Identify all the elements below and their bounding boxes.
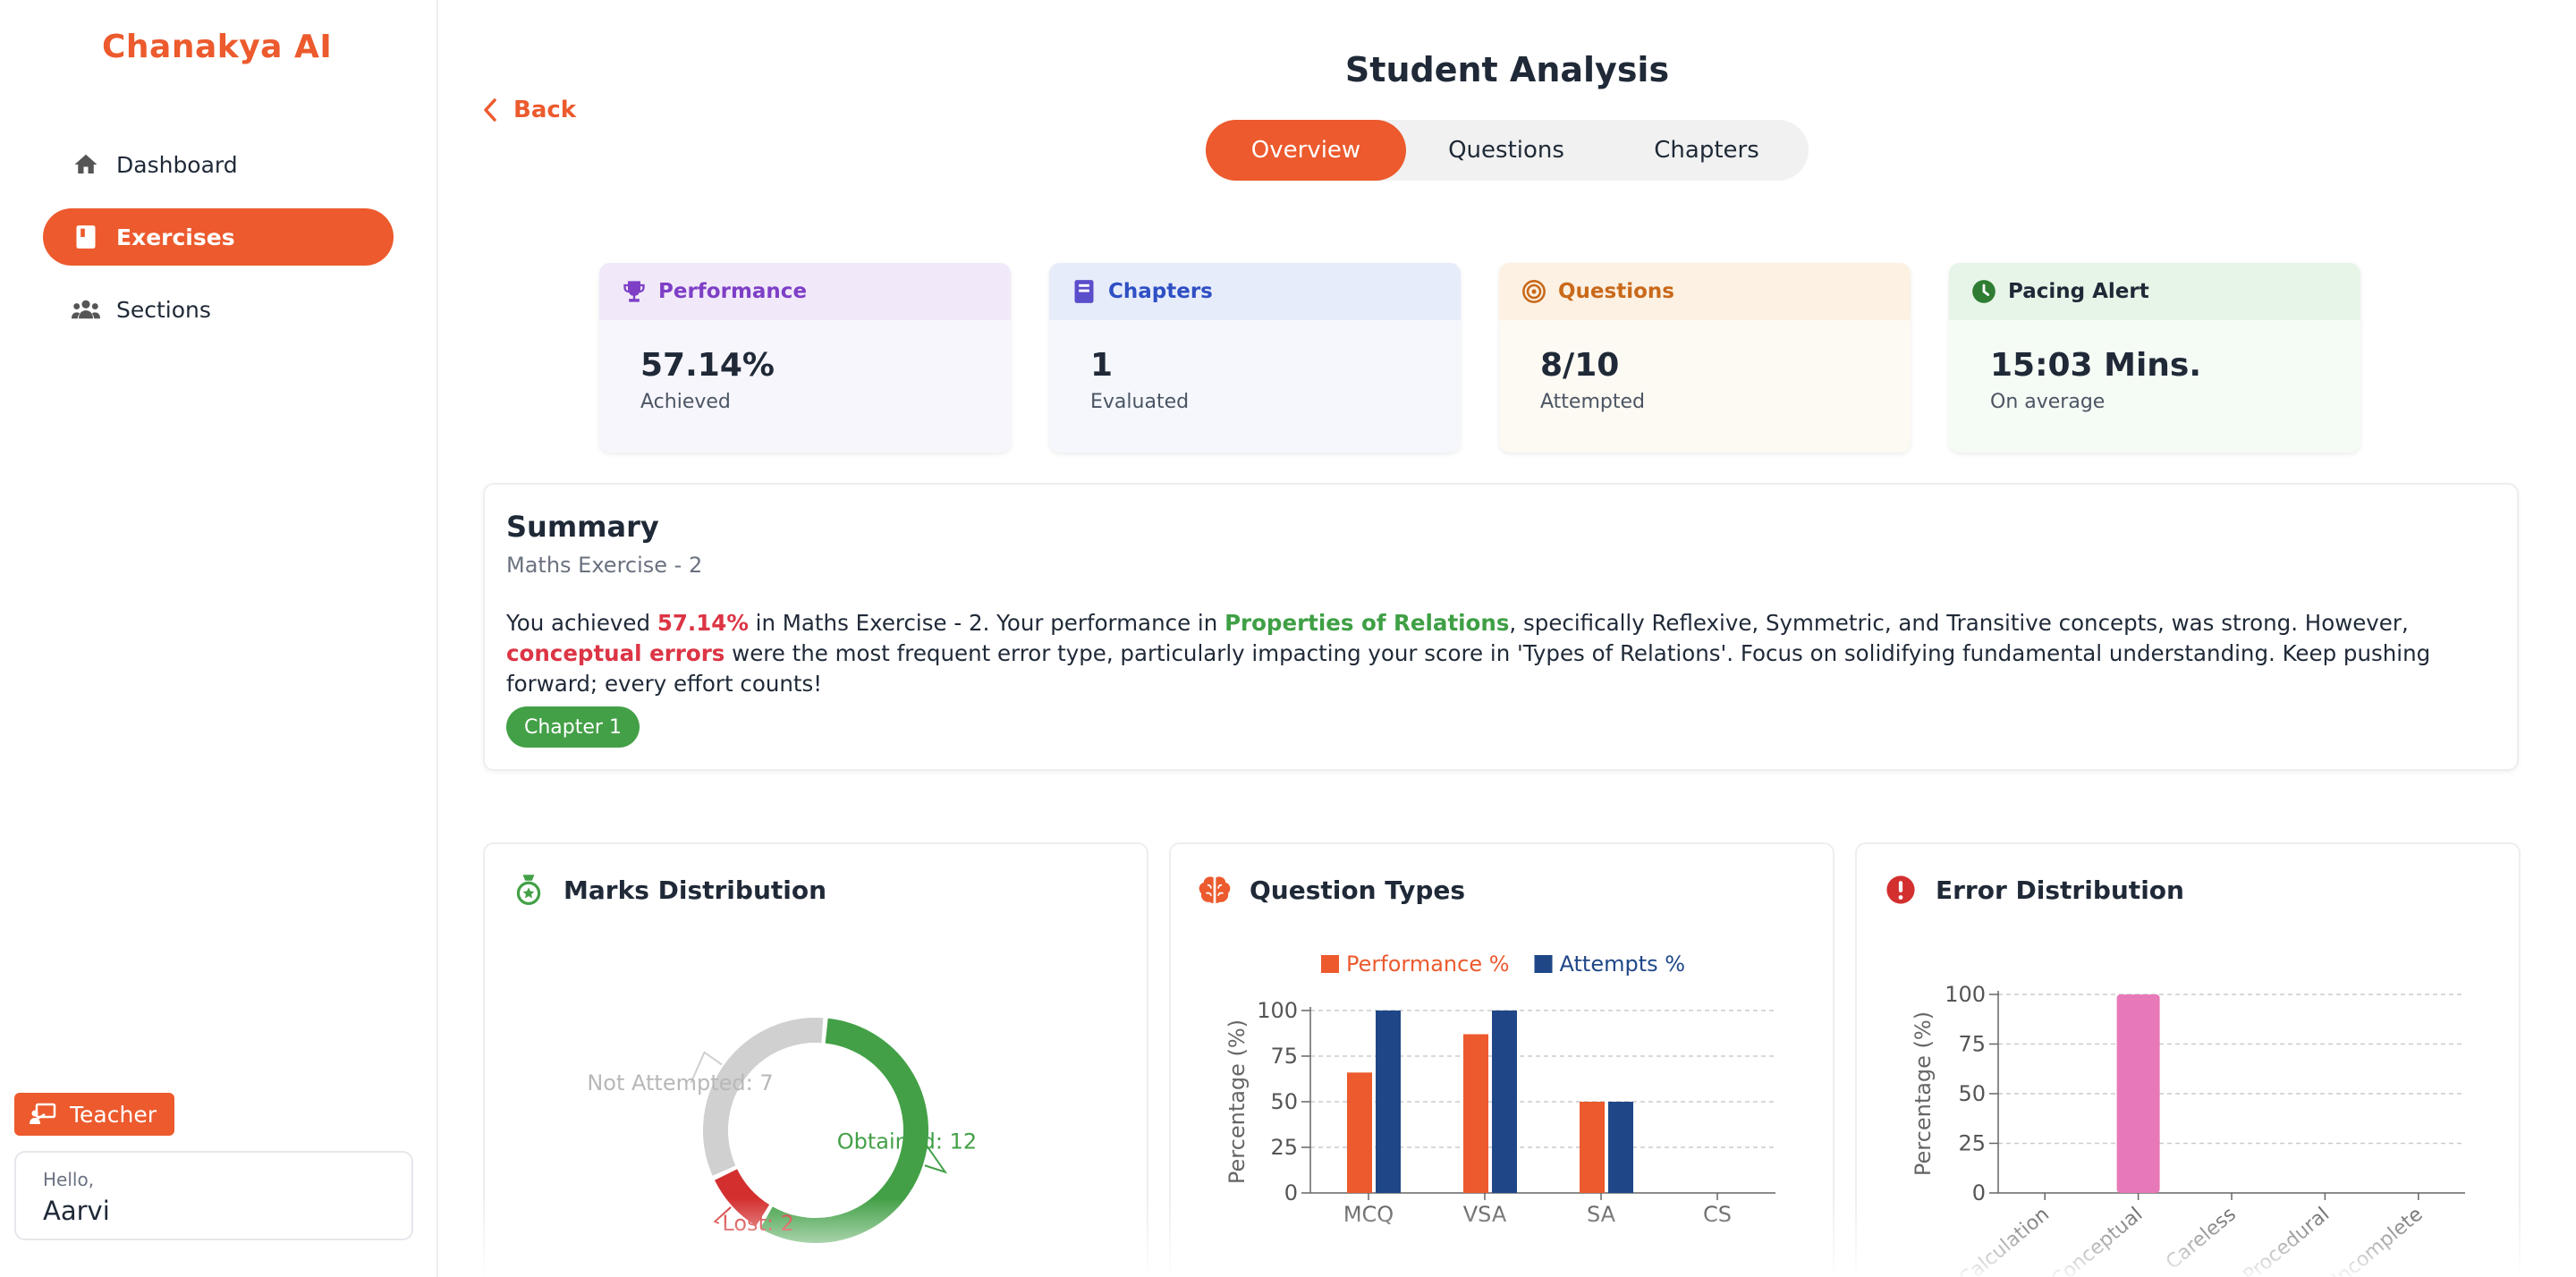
target-icon [1521, 278, 1547, 305]
chevron-left-icon [484, 98, 496, 122]
users-icon [72, 295, 100, 324]
summary-title: Summary [506, 510, 659, 544]
back-button[interactable]: Back [483, 97, 576, 123]
y-tick-label: 75 [1958, 1032, 1986, 1057]
tab-chapters[interactable]: Chapters [1606, 120, 1807, 181]
medal-icon [512, 873, 546, 907]
stat-card-header: Questions [1499, 263, 1911, 320]
panel-title-text: Error Distribution [1936, 875, 2184, 905]
role-badge[interactable]: Teacher [14, 1093, 174, 1136]
role-label: Teacher [70, 1101, 157, 1128]
stat-card-header: Performance [599, 263, 1011, 320]
legend-swatch [1534, 955, 1553, 973]
panel-title: Marks Distribution [512, 873, 826, 907]
y-tick-label: 25 [1958, 1131, 1986, 1156]
chapter-chip[interactable]: Chapter 1 [506, 706, 640, 748]
summary-text-part: , specifically Reflexive, Symmetric, and… [1509, 610, 2409, 636]
stat-card-title: Questions [1558, 280, 1674, 303]
y-tick-label: 25 [1270, 1135, 1298, 1160]
donut-slice [703, 1018, 824, 1176]
stat-card-chapters: Chapters 1 Evaluated [1049, 263, 1461, 452]
bar [1347, 1072, 1372, 1193]
sidebar-item-dashboard[interactable]: Dashboard [43, 136, 394, 193]
book-icon [72, 223, 100, 251]
y-axis-label: Percentage (%) [1224, 1019, 1250, 1184]
user-greeting: Hello, [43, 1169, 95, 1190]
stat-card-subtitle: Attempted [1540, 391, 1645, 413]
y-tick-label: 50 [1270, 1089, 1298, 1114]
tab-overview[interactable]: Overview [1206, 120, 1406, 181]
sidebar-item-exercises[interactable]: Exercises [43, 208, 394, 266]
teacher-icon [29, 1100, 57, 1129]
sidebar-item-label: Sections [116, 296, 211, 323]
alert-icon [1884, 873, 1918, 907]
stat-card-value: 57.14% [640, 347, 775, 384]
bar [1608, 1102, 1633, 1193]
y-tick-label: 50 [1958, 1081, 1986, 1106]
stat-card-value: 15:03 Mins. [1990, 347, 2202, 384]
y-axis-label: Percentage (%) [1911, 1011, 1936, 1176]
summary-score: 57.14% [657, 610, 749, 636]
y-tick-label: 100 [1945, 982, 1986, 1007]
stat-card-title: Pacing Alert [2008, 280, 2149, 303]
view-tabs: Overview Questions Chapters [1206, 120, 1809, 181]
brain-icon [1198, 873, 1232, 907]
bar [2116, 994, 2160, 1193]
back-label: Back [513, 97, 577, 123]
stat-card-pacing: Pacing Alert 15:03 Mins. On average [1949, 263, 2360, 452]
bar [1376, 1011, 1401, 1193]
summary-weak-area: conceptual errors [506, 640, 725, 666]
summary-text-part: You achieved [506, 610, 657, 636]
panel-title: Question Types [1198, 873, 1465, 907]
summary-subtitle: Maths Exercise - 2 [506, 553, 703, 578]
donut-label: Obtained: 12 [837, 1129, 977, 1154]
stat-card-header: Chapters [1049, 263, 1461, 320]
summary-text-part: were the most frequent error type, parti… [506, 640, 2431, 697]
stat-card-subtitle: On average [1990, 391, 2106, 413]
sidebar-nav: Dashboard Exercises Sections [43, 136, 394, 353]
stat-card-questions: Questions 8/10 Attempted [1499, 263, 1911, 452]
book-icon [1071, 278, 1097, 305]
y-tick-label: 75 [1270, 1044, 1298, 1069]
sidebar: Chanakya AI Dashboard Exercises Sections… [0, 0, 438, 1277]
summary-card: Summary Maths Exercise - 2 You achieved … [483, 483, 2519, 771]
stat-card-title: Performance [658, 280, 808, 303]
stat-card-performance: Performance 57.14% Achieved [599, 263, 1011, 452]
page-title: Student Analysis [1344, 50, 1670, 89]
bar [1580, 1102, 1605, 1193]
clock-icon [1970, 278, 1997, 305]
bottom-fade [438, 1198, 2576, 1277]
legend-label: Performance % [1346, 951, 1510, 977]
user-name: Aarvi [43, 1196, 110, 1226]
legend-label: Attempts % [1560, 951, 1686, 977]
user-card[interactable]: Hello, Aarvi [14, 1151, 413, 1240]
stat-card-subtitle: Achieved [640, 391, 731, 413]
panel-title-text: Marks Distribution [564, 875, 827, 905]
sidebar-item-label: Dashboard [116, 151, 238, 178]
trophy-icon [621, 278, 648, 305]
donut-label: Not Attempted: 7 [587, 1070, 773, 1095]
stat-card-value: 8/10 [1540, 347, 1620, 384]
bar [1492, 1011, 1517, 1193]
legend-swatch [1321, 955, 1339, 973]
sidebar-item-sections[interactable]: Sections [43, 281, 394, 338]
y-tick-label: 100 [1257, 998, 1298, 1023]
stat-card-subtitle: Evaluated [1090, 391, 1190, 413]
home-icon [72, 150, 100, 179]
panel-title: Error Distribution [1884, 873, 2184, 907]
stat-card-title: Chapters [1108, 280, 1213, 303]
summary-strong-topic: Properties of Relations [1224, 610, 1510, 636]
stat-card-value: 1 [1090, 347, 1114, 384]
bar [1463, 1034, 1488, 1193]
summary-text: You achieved 57.14% in Maths Exercise - … [506, 608, 2501, 699]
stat-card-header: Pacing Alert [1949, 263, 2360, 320]
summary-text-part: in Maths Exercise - 2. Your performance … [748, 610, 1225, 636]
panel-title-text: Question Types [1250, 875, 1466, 905]
sidebar-item-label: Exercises [116, 224, 235, 250]
tab-questions[interactable]: Questions [1406, 120, 1606, 181]
